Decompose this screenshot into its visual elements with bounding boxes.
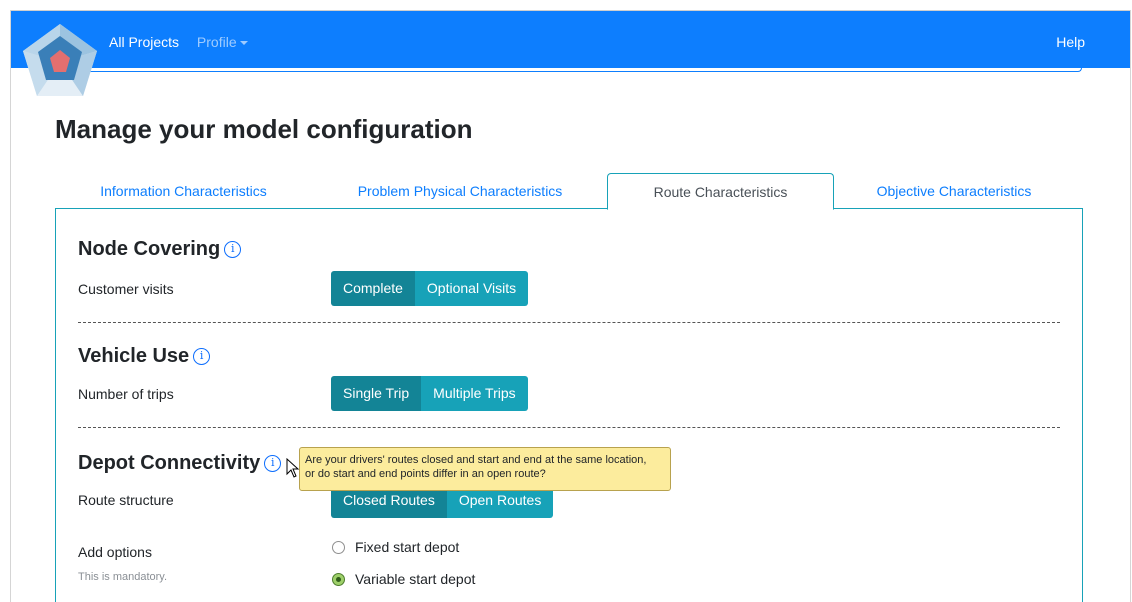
page-title: Manage your model configuration [55, 114, 473, 144]
tab-objective-characteristics[interactable]: Objective Characteristics [858, 173, 1050, 209]
nav-links: All Projects Profile [109, 34, 262, 50]
tab-route-characteristics[interactable]: Route Characteristics [607, 173, 834, 210]
depot-connectivity-title: Depot Connectivity [78, 452, 261, 474]
info-icon[interactable]: i [193, 348, 211, 365]
tooltip-line-1: Are your drivers' routes closed and star… [305, 454, 647, 466]
nav-help-link[interactable]: Help [1056, 34, 1085, 50]
tab-problem-physical-characteristics[interactable]: Problem Physical Characteristics [328, 173, 592, 209]
variable-start-depot-label: Variable start depot [355, 571, 476, 587]
navbar-underline [30, 68, 1082, 72]
optional-visits-button[interactable]: Optional Visits [414, 271, 529, 306]
single-trip-button[interactable]: Single Trip [331, 376, 422, 411]
section-divider [78, 427, 1060, 428]
fixed-start-depot-radio[interactable] [332, 540, 345, 554]
info-icon[interactable]: i [224, 241, 242, 258]
customer-visits-label: Customer visits [78, 281, 174, 297]
variable-start-depot-option[interactable]: Variable start depot [332, 571, 475, 587]
add-options-label: Add options [78, 544, 152, 560]
vehicle-use-title: Vehicle Use [78, 345, 190, 367]
top-navbar: All Projects Profile Help [11, 11, 1130, 68]
nav-all-projects-link[interactable]: All Projects [109, 34, 179, 50]
mouse-pointer-icon [286, 458, 300, 478]
tab-information-characteristics[interactable]: Information Characteristics [75, 173, 292, 209]
complete-button[interactable]: Complete [331, 271, 415, 306]
mandatory-hint: This is mandatory. [78, 571, 168, 583]
section-divider [78, 322, 1060, 323]
nav-profile-dropdown[interactable]: Profile [197, 34, 248, 50]
number-of-trips-toggle: Single Trip Multiple Trips [331, 376, 528, 411]
variable-start-depot-radio[interactable] [332, 572, 345, 586]
caret-down-icon [239, 41, 248, 46]
fixed-start-depot-label: Fixed start depot [355, 539, 460, 555]
depot-connectivity-heading: Depot Connectivity i [78, 452, 282, 475]
info-icon[interactable]: i [264, 455, 282, 472]
pentagon-logo[interactable] [20, 22, 100, 102]
node-covering-heading: Node Covering i [78, 238, 242, 261]
window-left-border [10, 10, 11, 602]
window-right-border [1130, 10, 1131, 602]
nav-profile-label: Profile [196, 34, 237, 50]
fixed-start-depot-option[interactable]: Fixed start depot [332, 539, 459, 555]
depot-connectivity-tooltip: Are your drivers' routes closed and star… [299, 447, 671, 491]
tooltip-line-2: or do start and end points differ in an … [305, 468, 546, 480]
node-covering-title: Node Covering [78, 238, 221, 260]
multiple-trips-button[interactable]: Multiple Trips [421, 376, 528, 411]
route-structure-label: Route structure [78, 492, 174, 508]
vehicle-use-heading: Vehicle Use i [78, 345, 211, 368]
number-of-trips-label: Number of trips [78, 386, 174, 402]
customer-visits-toggle: Complete Optional Visits [331, 271, 529, 306]
route-characteristics-panel [55, 208, 1083, 602]
